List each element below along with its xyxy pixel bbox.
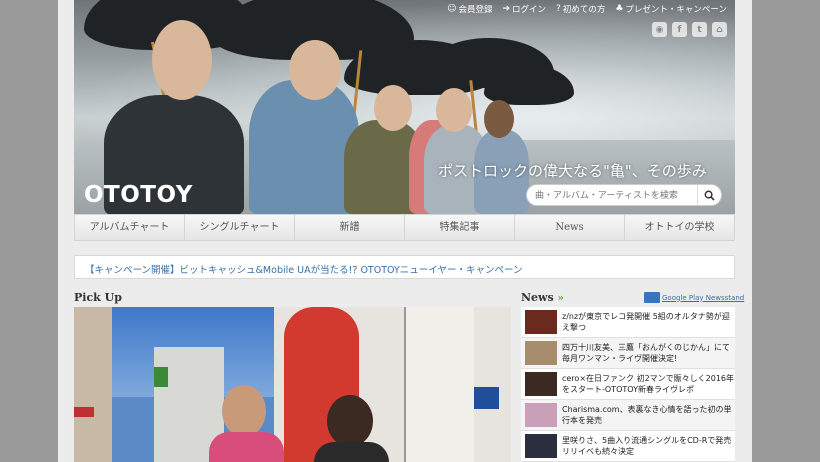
nav-single-chart[interactable]: シングルチャート — [185, 215, 295, 240]
campaign-link[interactable]: 【キャンペーン開催】ビットキャッシュ&Mobile UAが当たる!? OTOTO… — [85, 262, 523, 276]
search-icon — [704, 190, 715, 201]
campaign-link[interactable]: ♣ プレゼント・キャンペーン — [615, 3, 727, 15]
person-head — [484, 100, 514, 138]
pickup-sign — [154, 367, 168, 387]
nav-features[interactable]: 特集記事 — [405, 215, 515, 240]
news-item[interactable]: cero×在日ファンク 初2マンで賑々しく2016年をスタート-OTOTOY新春… — [521, 369, 735, 400]
campaign-banner: 【キャンペーン開催】ビットキャッシュ&Mobile UAが当たる!? OTOTO… — [74, 255, 735, 279]
hero-banner[interactable]: ☺ 会員登録 ➔ ログイン ? 初めての方 ♣ プレゼント・キャンペーン ◉ f t ⌂… — [74, 0, 735, 214]
pickup-sign — [474, 387, 499, 409]
twitter-icon[interactable]: t — [692, 22, 707, 37]
person-head — [327, 395, 373, 447]
search-input[interactable] — [535, 188, 693, 203]
google-play-icon — [644, 292, 660, 303]
login-icon: ➔ — [502, 4, 511, 14]
news-heading: News » — [521, 291, 564, 304]
page: ☺ 会員登録 ➔ ログイン ? 初めての方 ♣ プレゼント・キャンペーン ◉ f t ⌂… — [58, 0, 752, 462]
login-link[interactable]: ➔ ログイン — [502, 3, 546, 15]
nav-new-releases[interactable]: 新譜 — [295, 215, 405, 240]
top-links: ☺ 会員登録 ➔ ログイン ? 初めての方 ♣ プレゼント・キャンペーン — [447, 3, 727, 15]
pickup-image[interactable] — [74, 307, 511, 462]
social-icons: ◉ f t ⌂ — [652, 22, 727, 37]
search-button[interactable] — [697, 185, 721, 205]
site-logo[interactable]: OTOTOY — [84, 182, 193, 208]
main-nav: アルバムチャート シングルチャート 新譜 特集記事 News オトトイの学校 — [74, 214, 735, 241]
news-thumbnail — [525, 310, 557, 334]
news-thumbnail — [525, 403, 557, 427]
home-icon[interactable]: ⌂ — [712, 22, 727, 37]
pickup-sign — [74, 407, 94, 417]
rss-icon[interactable]: ◉ — [652, 22, 667, 37]
pickup-building — [74, 307, 112, 462]
nav-album-chart[interactable]: アルバムチャート — [75, 215, 185, 240]
news-thumbnail — [525, 434, 557, 458]
news-item[interactable]: 里咲りさ、5曲入り流通シングルをCD-Rで発売 リリイベも続々決定 — [521, 431, 735, 462]
news-item[interactable]: z/nzが東京でレコ発開催 5組のオルタナ勢が迎え撃つ — [521, 307, 735, 338]
help-link[interactable]: ? 初めての方 — [556, 3, 605, 15]
hero-tagline[interactable]: ポストロックの偉大なる"亀"、その歩み — [438, 160, 707, 181]
help-icon: ? — [556, 4, 561, 14]
nav-school[interactable]: オトトイの学校 — [625, 215, 734, 240]
pickup-door — [404, 307, 474, 462]
search-box — [526, 184, 722, 206]
google-play-link[interactable]: Google Play Newsstand — [644, 292, 744, 303]
pickup-heading: Pick Up — [74, 291, 122, 304]
person-head — [289, 40, 341, 100]
news-item[interactable]: Charisma.com、表裏なき心情を語った初の単行本を発売 — [521, 400, 735, 431]
news-item[interactable]: 四万十川友美、三鷹「おんがくのじかん」にて毎月ワンマン・ライヴ開催決定! — [521, 338, 735, 369]
chevron-right-icon: » — [557, 293, 564, 304]
news-thumbnail — [525, 372, 557, 396]
news-thumbnail — [525, 341, 557, 365]
person-figure — [249, 80, 359, 214]
gift-icon: ♣ — [615, 4, 624, 14]
nav-news[interactable]: News — [515, 215, 625, 240]
person-head — [374, 85, 412, 131]
facebook-icon[interactable]: f — [672, 22, 687, 37]
news-list: z/nzが東京でレコ発開催 5組のオルタナ勢が迎え撃つ 四万十川友美、三鷹「おん… — [521, 307, 735, 462]
register-link[interactable]: ☺ 会員登録 — [447, 3, 492, 15]
person-head — [152, 20, 212, 100]
person-figure — [209, 432, 284, 462]
person-head — [436, 88, 472, 132]
person-figure — [314, 442, 389, 462]
person-head — [222, 385, 266, 437]
smile-icon: ☺ — [447, 4, 457, 14]
